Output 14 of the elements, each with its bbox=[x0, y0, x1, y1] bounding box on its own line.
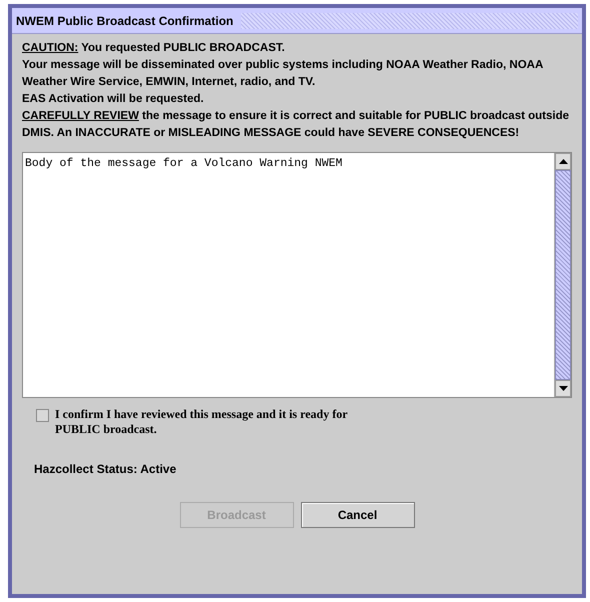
cancel-button[interactable]: Cancel bbox=[300, 502, 414, 528]
scroll-up-icon[interactable] bbox=[555, 153, 571, 170]
confirm-label: I confirm I have reviewed this message and it is ready for PUBLIC broadcast. bbox=[55, 407, 348, 437]
status-text: Hazcollect Status: Active bbox=[34, 461, 178, 478]
window-title: NWEM Public Broadcast Confirmation bbox=[16, 12, 234, 30]
scroll-down-icon[interactable] bbox=[555, 380, 571, 397]
warning-text: CAUTION: You requested PUBLIC BROADCAST. bbox=[22, 41, 286, 56]
message-area[interactable]: Body of the message for a Volcano Warning NWEM bbox=[22, 152, 572, 398]
warning-text: CAREFULLY REVIEW the message to ensure it is correct and suitable for PUBLIC broadcast outside DMIS. An INACCURATE or MISLEADING MESSAGE could have SEVERE CONSEQUENCES! bbox=[22, 109, 570, 141]
warning-text: Your message will be disseminated over public systems including NOAA Weather Radio, NOAA Weather Wire Service, EMWIN, Internet, radio, and TV. bbox=[22, 58, 544, 90]
confirm-checkbox[interactable] bbox=[36, 409, 49, 422]
warning-text: EAS Activation will be requested. bbox=[22, 92, 205, 107]
scrollbar[interactable] bbox=[554, 153, 571, 397]
scroll-thumb[interactable] bbox=[555, 170, 571, 380]
